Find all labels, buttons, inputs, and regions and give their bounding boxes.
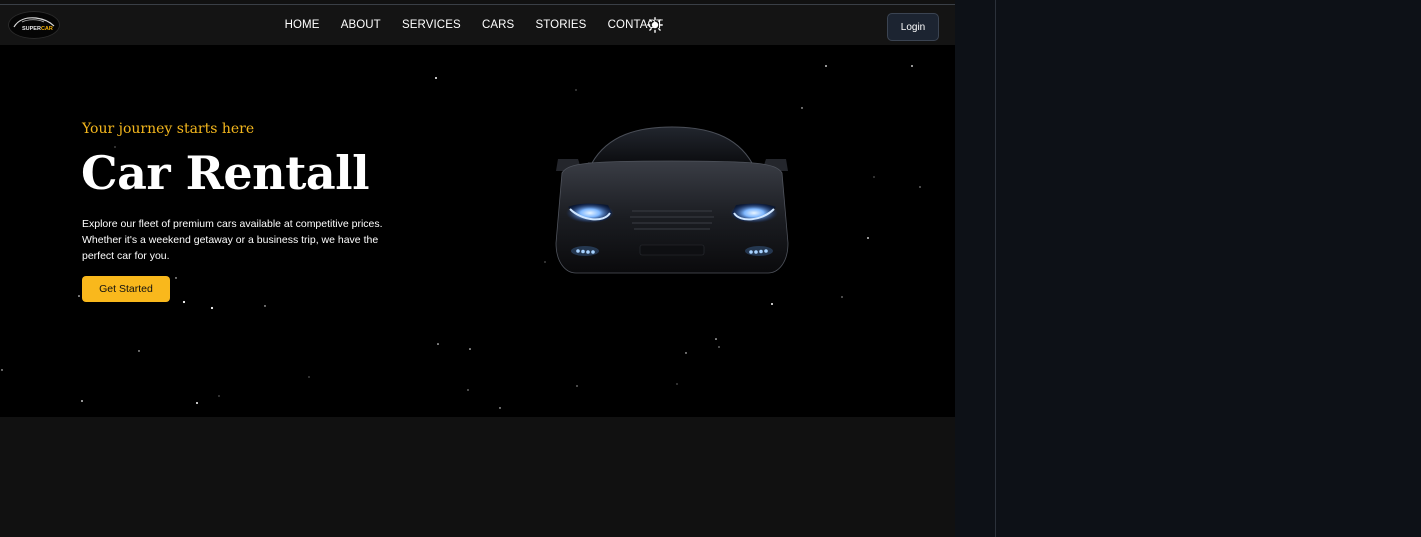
main-menu: HOME ABOUT SERVICES CARS STORIES CONTACT bbox=[274, 5, 674, 45]
sun-icon[interactable] bbox=[647, 17, 663, 33]
logo[interactable]: SUPERCAR bbox=[8, 11, 60, 39]
navbar: SUPERCAR HOME ABOUT SERVICES CARS STORIE… bbox=[0, 5, 955, 45]
nav-services[interactable]: SERVICES bbox=[391, 19, 471, 31]
panel-divider bbox=[995, 0, 996, 537]
car-image bbox=[555, 126, 789, 274]
hero-tagline: Your journey starts here bbox=[82, 121, 255, 137]
hero-description: Explore our fleet of premium cars availa… bbox=[82, 218, 383, 262]
hero-title: Car Rentall bbox=[81, 146, 370, 200]
nav-cars[interactable]: CARS bbox=[471, 19, 525, 31]
hero-section: Your journey starts here Car Rentall Exp… bbox=[0, 45, 955, 417]
nav-home[interactable]: HOME bbox=[274, 19, 330, 31]
login-button[interactable]: Login bbox=[887, 13, 939, 41]
logo-text: SUPERCAR bbox=[22, 26, 53, 32]
website: SUPERCAR HOME ABOUT SERVICES CARS STORIE… bbox=[0, 0, 955, 537]
get-started-button[interactable]: Get Started bbox=[82, 276, 170, 302]
nav-about[interactable]: ABOUT bbox=[330, 19, 391, 31]
nav-stories[interactable]: STORIES bbox=[525, 19, 597, 31]
